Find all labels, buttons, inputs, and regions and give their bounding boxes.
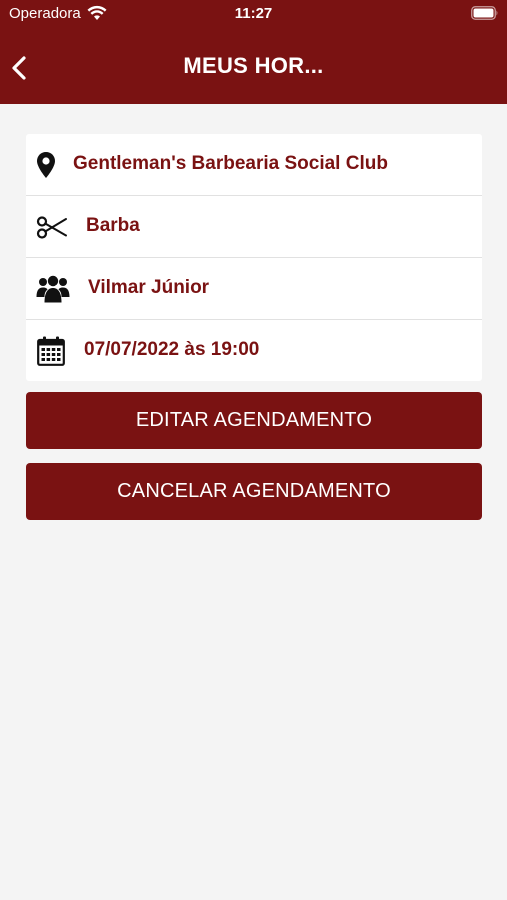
- map-pin-icon: [36, 134, 56, 196]
- calendar-icon: [37, 320, 65, 382]
- cancel-appointment-button[interactable]: CANCELAR AGENDAMENTO: [26, 463, 482, 520]
- professional-row: Vilmar Júnior: [26, 258, 482, 320]
- page-title: MEUS HOR...: [183, 53, 324, 78]
- clock: 11:27: [234, 5, 273, 22]
- people-icon: [36, 258, 70, 320]
- edit-appointment-button[interactable]: EDITAR AGENDAMENTO: [26, 392, 482, 449]
- navigation-bar: MEUS HOR...: [0, 44, 507, 90]
- scissors-icon: [36, 196, 68, 258]
- location-text: Gentleman's Barbearia Social Club: [73, 153, 388, 174]
- appointment-details-card: Gentleman's Barbearia Social Club Barba: [26, 134, 482, 381]
- professional-text: Vilmar Júnior: [88, 277, 210, 298]
- service-row: Barba: [26, 196, 482, 258]
- battery-icon: [471, 6, 499, 25]
- service-text: Barba: [86, 215, 140, 236]
- app-header: Operadora 11:27 MEUS HOR...: [0, 0, 507, 104]
- datetime-row: 07/07/2022 às 19:00: [26, 320, 482, 381]
- status-bar: Operadora 11:27: [0, 0, 507, 30]
- location-row: Gentleman's Barbearia Social Club: [26, 134, 482, 196]
- datetime-text: 07/07/2022 às 19:00: [84, 339, 260, 360]
